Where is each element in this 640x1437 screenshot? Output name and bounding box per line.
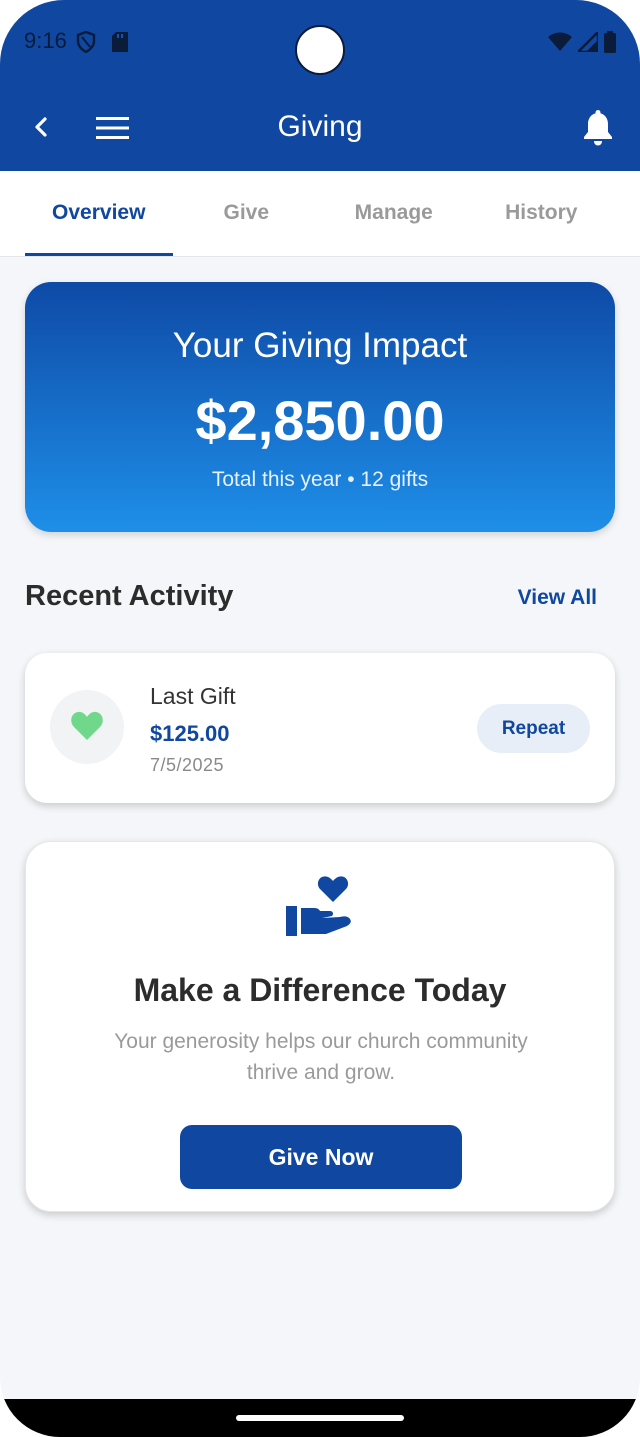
cta-description: Your generosity helps our church communi… (114, 1030, 528, 1084)
status-time: 9:16 (24, 28, 67, 53)
repeat-button[interactable]: Repeat (477, 704, 590, 753)
tab-bar: Overview Give Manage History (0, 171, 640, 257)
cta-title: Make a Difference Today (133, 972, 507, 1008)
giving-impact-card: Your Giving Impact $2,850.00 Total this … (25, 282, 615, 532)
wifi-icon (548, 32, 572, 57)
tab-overview[interactable]: Overview (25, 171, 173, 257)
last-gift-card: Last Gift $125.00 7/5/2025 Repeat (25, 653, 615, 803)
heart-avatar (50, 690, 124, 764)
bell-icon[interactable] (582, 110, 614, 146)
gift-amount: $125.00 (150, 721, 230, 746)
battery-icon (604, 31, 616, 58)
impact-title: Your Giving Impact (172, 326, 468, 365)
give-now-button[interactable]: Give Now (180, 1125, 462, 1189)
make-difference-card: Make a Difference Today Your generosity … (25, 841, 615, 1212)
gift-label: Last Gift (150, 683, 236, 709)
impact-subtitle: Total this year • 12 gifts (211, 468, 429, 491)
tab-give[interactable]: Give (173, 171, 321, 257)
front-camera (295, 25, 345, 75)
gift-date: 7/5/2025 (150, 755, 225, 775)
shield-icon (76, 30, 96, 58)
hand-heart-icon (284, 872, 356, 945)
cellular-signal-icon (575, 29, 600, 57)
phone-screen: 9:16 Giving Overview Give Manage History… (0, 0, 640, 1437)
recent-activity-title: Recent Activity (25, 580, 234, 612)
tab-history[interactable]: History (468, 171, 616, 257)
page-title: Giving (277, 110, 363, 143)
system-nav-bar (0, 1399, 640, 1437)
heart-icon (71, 711, 103, 740)
impact-amount: $2,850.00 (195, 389, 445, 452)
tab-manage[interactable]: Manage (320, 171, 468, 257)
status-bar: 9:16 (0, 0, 640, 84)
home-gesture-handle[interactable] (236, 1415, 404, 1421)
sd-card-icon (112, 32, 128, 57)
app-bar: Giving (0, 84, 640, 171)
view-all-link[interactable]: View All (518, 586, 597, 610)
status-icons (548, 29, 616, 58)
